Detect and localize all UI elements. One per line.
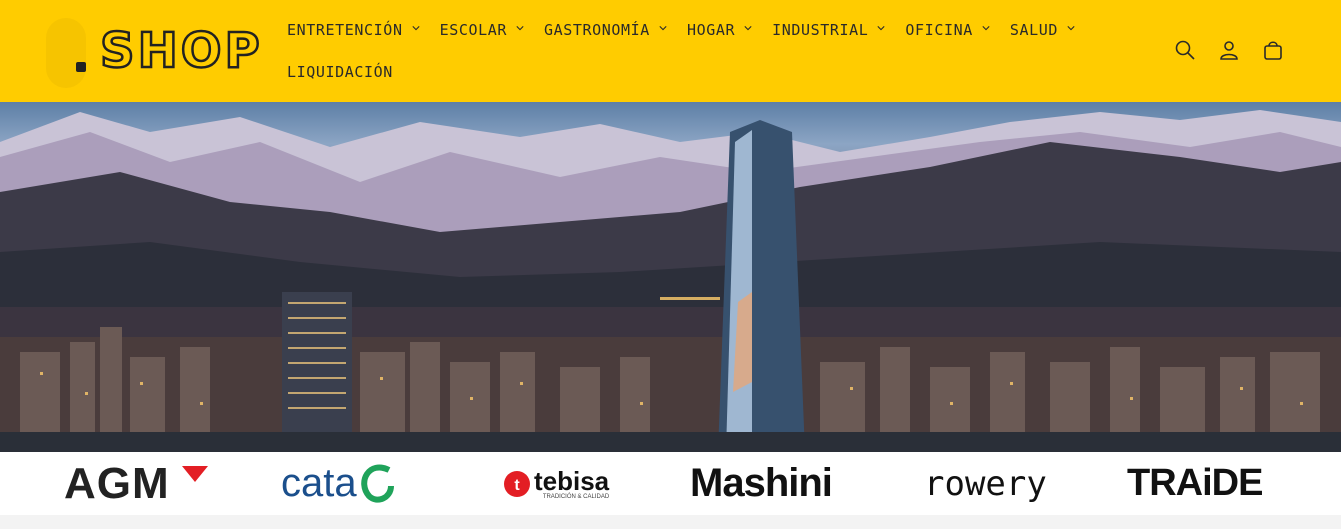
nav-item-entretencion[interactable]: ENTRETENCIÓN	[287, 21, 420, 39]
nav-label: ESCOLAR	[439, 21, 507, 39]
nav-item-industrial[interactable]: INDUSTRIAL	[772, 21, 886, 39]
brand-agm[interactable]: AGM	[64, 452, 208, 515]
chevron-down-icon	[659, 26, 667, 31]
cata-swirl-icon	[360, 464, 394, 503]
chevron-down-icon	[744, 26, 752, 31]
brand-cata[interactable]: cata	[281, 452, 395, 515]
account-icon[interactable]	[1217, 38, 1241, 62]
site-header: SHOP ENTRETENCIÓN ESCOLAR GASTRONOMÍA HO…	[0, 0, 1341, 102]
nav-label: HOGAR	[686, 21, 736, 39]
cart-icon[interactable]	[1261, 38, 1285, 62]
brand-agm-text: AGM	[64, 458, 170, 508]
nav-item-salud[interactable]: SALUD	[1010, 21, 1075, 39]
brand-traide[interactable]: TRAiDE	[1127, 452, 1263, 515]
agm-red-triangle-icon	[182, 466, 208, 482]
brand-mashini-text: Mashini	[690, 461, 833, 505]
nav-item-escolar[interactable]: ESCOLAR	[440, 21, 524, 39]
logo-dot	[76, 62, 86, 72]
brand-cata-text: cata	[281, 461, 357, 505]
brand-tebisa-tagline: TRADICIÓN & CALIDAD	[542, 493, 610, 500]
chevron-down-icon	[982, 26, 990, 31]
logo-text[interactable]: SHOP	[99, 22, 263, 81]
nav-row-2: LIQUIDACIÓN	[287, 56, 1147, 88]
nav-item-liquidacion[interactable]: LIQUIDACIÓN	[287, 63, 393, 81]
hero-banner-image	[0, 102, 1341, 452]
tebisa-wordmark: tebisa TRADICIÓN & CALIDAD	[534, 468, 609, 500]
main-nav: ENTRETENCIÓN ESCOLAR GASTRONOMÍA HOGAR I…	[287, 14, 1147, 88]
nav-row-1: ENTRETENCIÓN ESCOLAR GASTRONOMÍA HOGAR I…	[287, 14, 1147, 46]
header-icons	[1173, 38, 1285, 62]
brand-tebisa[interactable]: t tebisa TRADICIÓN & CALIDAD	[503, 452, 609, 515]
hero-illustration	[0, 110, 1341, 452]
chevron-down-icon	[877, 26, 886, 31]
brand-tebisa-text: tebisa	[534, 465, 610, 496]
nav-item-gastronomia[interactable]: GASTRONOMÍA	[544, 21, 667, 39]
brand-rowery-text: rowery	[924, 463, 1047, 504]
nav-label: OFICINA	[905, 21, 973, 39]
brand-traide-text: TRAiDE	[1127, 462, 1263, 504]
chevron-down-icon	[516, 26, 524, 31]
nav-item-oficina[interactable]: OFICINA	[905, 21, 990, 39]
brand-logos-strip: AGM cata t tebisa TRADICIÓN & CALIDAD Ma…	[0, 452, 1341, 515]
page-bottom-strip	[0, 515, 1341, 529]
brand-rowery[interactable]: rowery	[924, 452, 1047, 515]
chevron-down-icon	[411, 26, 420, 31]
svg-text:t: t	[514, 477, 520, 494]
search-icon[interactable]	[1173, 38, 1197, 62]
tebisa-circle-icon: t	[504, 470, 530, 497]
brand-mashini[interactable]: Mashini	[690, 452, 833, 515]
chevron-down-icon	[1067, 26, 1075, 31]
nav-label: GASTRONOMÍA	[544, 21, 650, 39]
nav-label: LIQUIDACIÓN	[287, 63, 393, 81]
nav-item-hogar[interactable]: HOGAR	[687, 21, 752, 39]
nav-label: SALUD	[1009, 21, 1058, 39]
nav-label: ENTRETENCIÓN	[287, 21, 403, 39]
nav-label: INDUSTRIAL	[772, 21, 869, 39]
